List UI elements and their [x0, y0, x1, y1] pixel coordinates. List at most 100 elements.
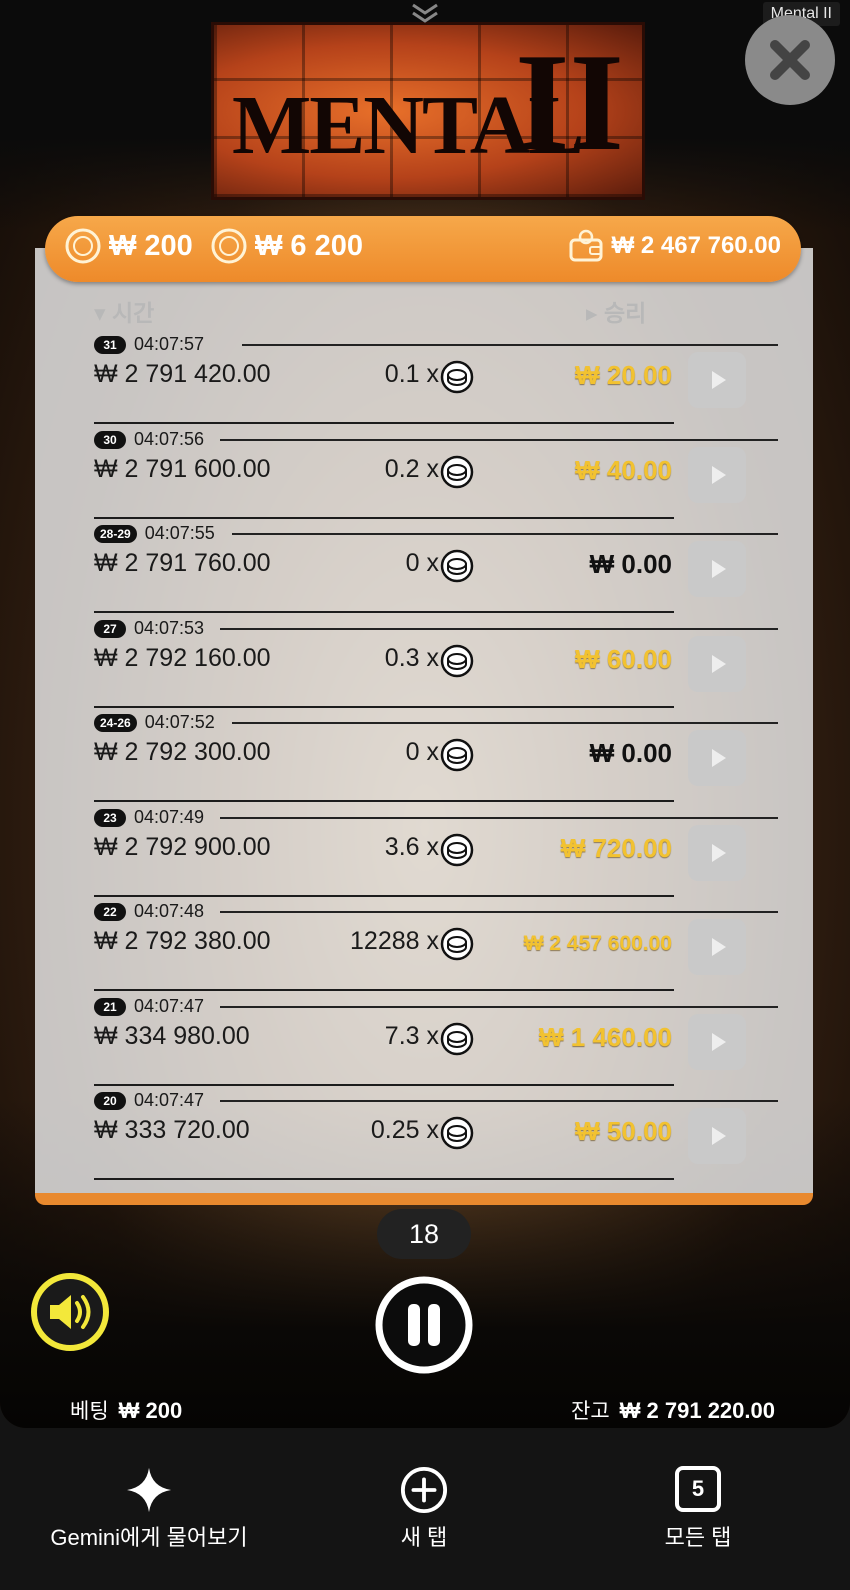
row-win: ₩ 0.00 [589, 738, 672, 768]
play-icon [712, 938, 726, 956]
round-badge: 27 [94, 619, 126, 638]
row-win: ₩ 50.00 [575, 1116, 672, 1146]
replay-button[interactable] [688, 1108, 746, 1164]
round-badge: 31 [94, 335, 126, 354]
row-balance: ₩ 2 792 380.00 [94, 927, 271, 955]
row-win: ₩ 60.00 [575, 644, 672, 674]
bet-value: ₩ 200 [118, 1398, 183, 1423]
browser-bottom-nav: Gemini에게 물어보기 새 탭 5 모든 탭 [0, 1428, 850, 1590]
history-row: 20 04:07:47 ₩ 333 720.00 0.25 x ₩ 50.00 [94, 1086, 778, 1180]
tab-count: 5 [691, 1476, 705, 1501]
balance-label: 잔고 [571, 1400, 610, 1423]
history-row: 23 04:07:49 ₩ 2 792 900.00 3.6 x ₩ 720.00 [94, 803, 778, 897]
replay-button[interactable] [688, 825, 746, 881]
row-win: ₩ 40.00 [575, 455, 672, 485]
wallet-balance-value: ₩ 2 467 760.00 [611, 232, 781, 259]
coin-icon [440, 833, 474, 867]
play-icon [712, 749, 726, 767]
game-logo: MENTAL II [211, 22, 645, 200]
row-multiplier: 0.2 x [384, 455, 439, 483]
row-multiplier: 7.3 x [384, 1022, 439, 1050]
row-time: 04:07:56 [134, 429, 205, 449]
history-row: 31 04:07:57 ₩ 2 791 420.00 0.1 x ₩ 20.00 [94, 330, 778, 424]
replay-button[interactable] [688, 919, 746, 975]
round-badge: 20 [94, 1091, 126, 1110]
plus-circle-icon [400, 1466, 448, 1514]
all-tabs-button[interactable]: 5 모든 탭 [648, 1466, 748, 1552]
sort-right-icon: ▸ [586, 300, 598, 326]
row-multiplier: 0.25 x [370, 1116, 439, 1144]
round-badge: 28-29 [94, 524, 137, 543]
replay-button[interactable] [688, 352, 746, 408]
play-icon [712, 844, 726, 862]
row-time: 04:07:47 [134, 1090, 205, 1110]
replay-button[interactable] [688, 541, 746, 597]
row-time: 04:07:52 [144, 712, 215, 732]
time-column-header[interactable]: ▾ 시간 [94, 294, 154, 328]
replay-button[interactable] [688, 730, 746, 786]
round-badge: 24-26 [94, 713, 137, 732]
chevron-down-icon[interactable] [410, 2, 440, 24]
row-balance: ₩ 2 791 760.00 [94, 549, 271, 577]
bet-display: 베팅 ₩ 200 [70, 1395, 182, 1425]
play-icon [712, 1127, 726, 1145]
sort-down-icon: ▾ [94, 300, 106, 326]
coin-icon [440, 549, 474, 583]
bet-amount: ₩ 200 [65, 228, 193, 264]
row-win: ₩ 720.00 [560, 833, 672, 863]
history-row: 21 04:07:47 ₩ 334 980.00 7.3 x ₩ 1 460.00 [94, 992, 778, 1086]
row-balance: ₩ 334 980.00 [94, 1022, 250, 1050]
new-tab-label: 새 탭 [400, 1525, 448, 1550]
row-balance: ₩ 2 792 300.00 [94, 738, 271, 766]
all-tabs-label: 모든 탭 [664, 1525, 732, 1550]
new-tab-button[interactable]: 새 탭 [374, 1466, 474, 1552]
row-time: 04:07:53 [134, 618, 205, 638]
pause-icon[interactable] [374, 1275, 474, 1375]
bet-amount-value: ₩ 200 [109, 229, 193, 262]
play-icon [712, 655, 726, 673]
tabs-icon: 5 [675, 1466, 721, 1512]
row-balance: ₩ 333 720.00 [94, 1116, 250, 1144]
win-column-header[interactable]: ▸ 승리 [586, 294, 646, 328]
wallet-balance: ₩ 2 467 760.00 [568, 228, 781, 264]
sparkle-icon [126, 1467, 172, 1513]
close-button[interactable] [745, 15, 835, 105]
row-multiplier: 0 x [405, 549, 439, 577]
total-amount-value: ₩ 6 200 [255, 229, 363, 262]
coin-icon [440, 738, 474, 772]
play-icon [712, 466, 726, 484]
coin-icon [211, 228, 247, 264]
round-badge: 30 [94, 430, 126, 449]
replay-button[interactable] [688, 1014, 746, 1070]
round-badge: 21 [94, 997, 126, 1016]
coin-icon [440, 927, 474, 961]
row-time: 04:07:57 [134, 334, 205, 354]
play-icon [712, 1033, 726, 1051]
replay-button[interactable] [688, 636, 746, 692]
row-win: ₩ 2 457 600.00 [523, 932, 672, 955]
speaker-icon[interactable] [30, 1272, 110, 1352]
row-multiplier: 12288 x [350, 927, 439, 955]
history-header-bar: ₩ 200 ₩ 6 200 ₩ 2 467 760.00 [45, 216, 801, 282]
coin-icon [440, 455, 474, 489]
row-balance: ₩ 2 791 420.00 [94, 360, 271, 388]
round-badge: 23 [94, 808, 126, 827]
row-win: ₩ 1 460.00 [539, 1022, 672, 1052]
row-balance: ₩ 2 792 900.00 [94, 833, 271, 861]
row-multiplier: 0.3 x [384, 644, 439, 672]
row-win: ₩ 0.00 [589, 549, 672, 579]
bet-label: 베팅 [70, 1400, 109, 1423]
balance-display: 잔고 ₩ 2 791 220.00 [571, 1395, 775, 1425]
total-amount: ₩ 6 200 [211, 228, 363, 264]
row-win: ₩ 20.00 [575, 360, 672, 390]
round-badge: 22 [94, 902, 126, 921]
row-time: 04:07:47 [134, 996, 205, 1016]
history-row: 27 04:07:53 ₩ 2 792 160.00 0.3 x ₩ 60.00 [94, 614, 778, 708]
coin-icon [440, 644, 474, 678]
play-icon [712, 560, 726, 578]
logo-numeral: II [515, 25, 624, 180]
replay-button[interactable] [688, 447, 746, 503]
balance-value: ₩ 2 791 220.00 [619, 1398, 775, 1423]
wallet-icon [569, 229, 603, 262]
gemini-button[interactable]: Gemini에게 물어보기 [46, 1466, 252, 1552]
